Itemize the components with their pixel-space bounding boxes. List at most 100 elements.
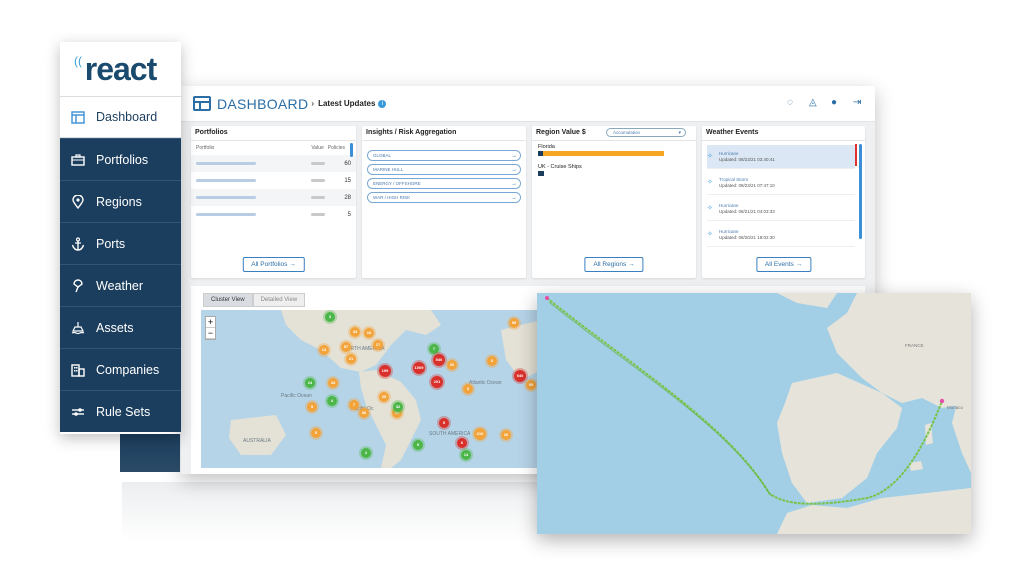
- cluster-marker[interactable]: 2: [361, 448, 371, 458]
- logo-text: react: [84, 50, 157, 87]
- insight-item-global[interactable]: GLOBAL →: [367, 150, 521, 161]
- insight-item-war-high-risk[interactable]: WAR / HIGH RISK →: [367, 192, 521, 203]
- port-label: Monaco: [947, 405, 964, 410]
- table-row[interactable]: 5: [191, 206, 356, 223]
- column-header[interactable]: Value: [311, 145, 323, 151]
- cluster-marker[interactable]: 17: [373, 340, 383, 350]
- portfolio-link[interactable]: [196, 179, 256, 182]
- portfolios-panel: Portfolios Portfolio Value Policies 60 1…: [191, 126, 356, 278]
- cluster-marker[interactable]: 16: [364, 328, 374, 338]
- cluster-marker[interactable]: 25: [379, 392, 389, 402]
- table-row[interactable]: 28: [191, 189, 356, 206]
- zoom-out-button[interactable]: −: [206, 328, 215, 339]
- route-map-canvas: [537, 293, 971, 534]
- cluster-marker[interactable]: 13: [319, 345, 329, 355]
- sidebar-item-assets[interactable]: Assets: [60, 306, 181, 348]
- weather-event-item[interactable]: ✧ Hurricane Updated: 08/21/21 04:03:33: [707, 197, 855, 221]
- cluster-marker[interactable]: 57: [341, 342, 351, 352]
- tab-cluster-view[interactable]: Cluster View: [203, 293, 253, 307]
- dashboard-icon: [70, 109, 86, 125]
- cluster-marker[interactable]: 99: [509, 318, 519, 328]
- cluster-marker[interactable]: 7: [349, 400, 359, 410]
- cluster-marker[interactable]: 14: [461, 450, 471, 460]
- cluster-marker[interactable]: 3: [463, 384, 473, 394]
- weather-event-item[interactable]: ✧ Tropical Storm Updated: 08/23/21 07:47:1…: [707, 171, 855, 195]
- portfolio-link[interactable]: [196, 196, 256, 199]
- zoom-in-button[interactable]: +: [206, 317, 215, 328]
- brand-logo[interactable]: (( react: [60, 42, 181, 96]
- sidebar-base: [120, 434, 180, 472]
- table-row[interactable]: 60: [191, 155, 356, 172]
- cluster-marker[interactable]: 24: [305, 378, 315, 388]
- cluster-marker[interactable]: 201: [431, 376, 443, 388]
- cluster-marker[interactable]: 3: [325, 312, 335, 322]
- reflection: [122, 482, 542, 542]
- panel-title: Portfolios: [191, 126, 356, 141]
- anchor-icon: [70, 236, 86, 252]
- scrollbar[interactable]: [859, 144, 862, 239]
- page-title: DASHBOARD: [217, 95, 309, 112]
- sidebar-item-ports[interactable]: Ports: [60, 222, 181, 264]
- cluster-map[interactable]: NORTH AMERICA AUSTRALIA SOUTH AMERICA Pa…: [201, 310, 541, 468]
- region-name[interactable]: Florida: [538, 144, 696, 150]
- sidebar-item-rule-sets[interactable]: Rule Sets: [60, 390, 181, 432]
- sidebar-item-dashboard[interactable]: Dashboard: [60, 96, 181, 138]
- cluster-marker[interactable]: 21: [346, 354, 356, 364]
- info-icon[interactable]: i: [378, 99, 387, 108]
- arrow-right-icon: →: [511, 152, 517, 159]
- cluster-marker[interactable]: 546: [433, 354, 445, 366]
- button-label: All Portfolios: [251, 261, 288, 268]
- cluster-marker[interactable]: 30: [359, 408, 369, 418]
- location-pin-icon: [70, 194, 86, 210]
- insight-label: MARINE HULL: [373, 167, 404, 172]
- cluster-marker[interactable]: 5: [307, 402, 317, 412]
- cluster-marker[interactable]: 5: [413, 440, 423, 450]
- cluster-marker[interactable]: 3: [487, 356, 497, 366]
- sidebar-item-portfolios[interactable]: Portfolios: [60, 138, 181, 180]
- all-portfolios-button[interactable]: All Portfolios →: [242, 257, 305, 272]
- weather-event-item[interactable]: ✧ Hurricane Updated: 08/23/21 03:40:41: [707, 145, 855, 169]
- metric-select[interactable]: Accumulation ▾: [606, 128, 686, 137]
- briefcase-icon: [70, 152, 86, 168]
- portfolio-link[interactable]: [196, 162, 256, 165]
- cluster-marker[interactable]: 6: [457, 438, 467, 448]
- tab-detailed-view[interactable]: Detailed View: [252, 293, 306, 307]
- cluster-marker[interactable]: 95: [526, 380, 536, 390]
- cluster-marker[interactable]: 5: [439, 418, 449, 428]
- cluster-marker[interactable]: 540: [514, 370, 526, 382]
- all-events-button[interactable]: All Events →: [755, 257, 812, 272]
- policies-count: 15: [344, 177, 351, 184]
- user-icon[interactable]: ●: [831, 98, 841, 108]
- table-row[interactable]: 15: [191, 172, 356, 189]
- column-header[interactable]: Policies: [328, 145, 345, 151]
- cluster-marker[interactable]: 4: [327, 396, 337, 406]
- cluster-marker[interactable]: 199: [379, 365, 391, 377]
- cluster-marker[interactable]: 32: [393, 402, 403, 412]
- cluster-marker[interactable]: 5: [311, 428, 321, 438]
- cluster-marker[interactable]: 34: [350, 327, 360, 337]
- scrollbar[interactable]: [350, 143, 353, 157]
- chat-icon[interactable]: ◌: [787, 98, 797, 108]
- bell-icon[interactable]: ◬: [809, 98, 819, 108]
- cluster-marker[interactable]: 20: [447, 360, 457, 370]
- region-name[interactable]: UK - Cruise Ships: [538, 164, 696, 170]
- hurricane-icon: ✧: [707, 231, 713, 238]
- logout-icon[interactable]: ⇥: [853, 98, 863, 108]
- cluster-marker[interactable]: 7: [429, 344, 439, 354]
- sidebar-item-weather[interactable]: Weather: [60, 264, 181, 306]
- insight-item-marine-hull[interactable]: MARINE HULL →: [367, 164, 521, 175]
- region-bar: [538, 151, 664, 156]
- weather-event-item[interactable]: ✧ Hurricane Updated: 08/20/21 18:02:30: [707, 223, 855, 247]
- portfolio-link[interactable]: [196, 213, 256, 216]
- sidebar-item-regions[interactable]: Regions: [60, 180, 181, 222]
- cluster-marker[interactable]: 20: [501, 430, 511, 440]
- cluster-marker[interactable]: 34: [328, 378, 338, 388]
- route-map[interactable]: FRANCE Monaco: [537, 293, 971, 534]
- all-regions-button[interactable]: All Regions →: [584, 257, 644, 272]
- breadcrumb[interactable]: Latest Updates: [318, 99, 375, 108]
- column-header[interactable]: Portfolio: [196, 145, 214, 151]
- insight-item-energy-offshore[interactable]: ENERGY / OFFSHORE →: [367, 178, 521, 189]
- sidebar-item-companies[interactable]: Companies: [60, 348, 181, 390]
- cluster-marker[interactable]: 1009: [413, 362, 425, 374]
- cluster-marker[interactable]: 210: [474, 428, 486, 440]
